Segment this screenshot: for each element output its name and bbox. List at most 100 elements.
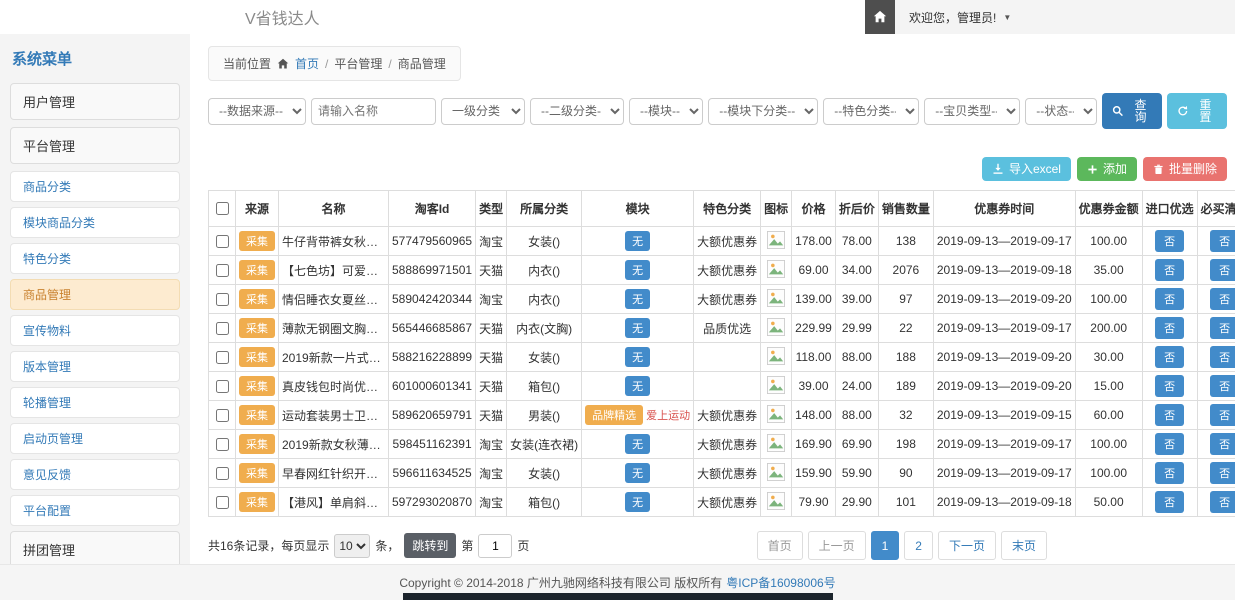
import-optional-button[interactable]: 否 <box>1155 317 1184 339</box>
import-optional-button[interactable]: 否 <box>1155 346 1184 368</box>
import-optional-button[interactable]: 否 <box>1155 462 1184 484</box>
sidebar-item-special-category[interactable]: 特色分类 <box>10 243 180 274</box>
sidebar-item-platform-config[interactable]: 平台配置 <box>10 495 180 526</box>
must-buy-button[interactable]: 否 <box>1210 433 1235 455</box>
must-buy-button-cell: 否 <box>1197 285 1235 314</box>
sidebar-item-version-management[interactable]: 版本管理 <box>10 351 180 382</box>
home-button[interactable] <box>865 0 895 34</box>
discount-price: 88.00 <box>835 343 878 372</box>
taoke-id: 601000601341 <box>389 372 476 401</box>
row-checkbox[interactable] <box>216 380 229 393</box>
app-title: V省钱达人 <box>245 5 320 29</box>
import-excel-button[interactable]: 导入excel <box>982 157 1071 181</box>
source-badge: 采集 <box>239 405 275 425</box>
name-input[interactable] <box>311 98 436 125</box>
must-buy-button[interactable]: 否 <box>1210 491 1235 513</box>
sidebar-item-feedback[interactable]: 意见反馈 <box>10 459 180 490</box>
breadcrumb-home-link[interactable]: 首页 <box>295 55 319 72</box>
icp-link[interactable]: 粤ICP备16098006号 <box>726 574 835 591</box>
pager-button[interactable]: 首页 <box>757 531 803 560</box>
sidebar-menu: 用户管理平台管理商品分类模块商品分类特色分类商品管理宣传物料版本管理轮播管理启动… <box>10 83 180 564</box>
module-select[interactable]: --模块-- <box>629 98 703 125</box>
sidebar-item-group-buy-management[interactable]: 拼团管理 <box>10 531 180 564</box>
import-optional-button-cell: 否 <box>1142 285 1197 314</box>
import-optional-button[interactable]: 否 <box>1155 404 1184 426</box>
row-checkbox[interactable] <box>216 264 229 277</box>
import-optional-button[interactable]: 否 <box>1155 433 1184 455</box>
row-check-cell <box>209 488 236 517</box>
pager-button[interactable]: 1 <box>871 531 900 560</box>
coupon-amount: 35.00 <box>1075 256 1142 285</box>
home-icon <box>277 58 289 70</box>
sidebar-item-goods-management[interactable]: 商品管理 <box>10 279 180 310</box>
status-select[interactable]: --状态-- <box>1025 98 1097 125</box>
user-menu[interactable]: 欢迎您，管理员! ▼ <box>895 0 1025 34</box>
sales-count: 101 <box>878 488 933 517</box>
select-all-checkbox[interactable] <box>216 202 229 215</box>
must-buy-button[interactable]: 否 <box>1210 317 1235 339</box>
sidebar-item-user-management[interactable]: 用户管理 <box>10 83 180 120</box>
jump-to-button[interactable]: 跳转到 <box>404 533 456 558</box>
import-optional-button[interactable]: 否 <box>1155 230 1184 252</box>
reset-button[interactable]: 重置 <box>1167 93 1227 129</box>
must-buy-button[interactable]: 否 <box>1210 375 1235 397</box>
per-page-select[interactable]: 10 <box>334 534 370 558</box>
coupon-time: 2019-09-13—2019-09-20 <box>933 285 1075 314</box>
import-optional-button[interactable]: 否 <box>1155 491 1184 513</box>
column-header: 所属分类 <box>507 191 582 227</box>
module-subcategory-select[interactable]: --模块下分类-- <box>708 98 818 125</box>
data-source-select[interactable]: --数据来源-- <box>208 98 306 125</box>
level2-category-select[interactable]: --二级分类-- <box>530 98 624 125</box>
row-checkbox[interactable] <box>216 438 229 451</box>
row-checkbox[interactable] <box>216 293 229 306</box>
product-icon-cell <box>761 285 792 314</box>
platform-type: 淘宝 <box>476 459 507 488</box>
batch-delete-button[interactable]: 批量删除 <box>1143 157 1227 181</box>
welcome-text: 欢迎您，管理员! <box>909 9 996 26</box>
product-thumbnail <box>767 260 785 278</box>
must-buy-button[interactable]: 否 <box>1210 462 1235 484</box>
pager: 首页上一页12下一页末页 <box>757 531 1047 560</box>
level1-category-select[interactable]: 一级分类 <box>441 98 525 125</box>
import-optional-button[interactable]: 否 <box>1155 375 1184 397</box>
coupon-time: 2019-09-13—2019-09-17 <box>933 430 1075 459</box>
must-buy-button[interactable]: 否 <box>1210 259 1235 281</box>
sidebar-item-carousel-management[interactable]: 轮播管理 <box>10 387 180 418</box>
topbar-right: 欢迎您，管理员! ▼ <box>865 0 1235 34</box>
must-buy-button-cell: 否 <box>1197 256 1235 285</box>
discount-price: 78.00 <box>835 227 878 256</box>
item-type-select[interactable]: --宝贝类型-- <box>924 98 1020 125</box>
sidebar-item-module-goods-category[interactable]: 模块商品分类 <box>10 207 180 238</box>
sidebar-item-splash-page-management[interactable]: 启动页管理 <box>10 423 180 454</box>
row-checkbox[interactable] <box>216 235 229 248</box>
must-buy-button[interactable]: 否 <box>1210 230 1235 252</box>
pager-button[interactable]: 末页 <box>1001 531 1047 560</box>
sidebar-item-promo-materials[interactable]: 宣传物料 <box>10 315 180 346</box>
discount-price: 39.00 <box>835 285 878 314</box>
pager-button[interactable]: 2 <box>904 531 933 560</box>
special-category: 品质优选 <box>694 314 761 343</box>
row-check-cell <box>209 401 236 430</box>
special-category-select[interactable]: --特色分类-- <box>823 98 919 125</box>
must-buy-button[interactable]: 否 <box>1210 288 1235 310</box>
row-checkbox[interactable] <box>216 322 229 335</box>
sidebar-item-platform-management[interactable]: 平台管理 <box>10 127 180 164</box>
import-optional-button[interactable]: 否 <box>1155 259 1184 281</box>
page-number-input[interactable] <box>478 534 512 558</box>
plus-icon <box>1087 164 1098 175</box>
sidebar-item-goods-category[interactable]: 商品分类 <box>10 171 180 202</box>
search-button[interactable]: 查询 <box>1102 93 1162 129</box>
row-checkbox[interactable] <box>216 496 229 509</box>
row-checkbox[interactable] <box>216 351 229 364</box>
pager-button[interactable]: 上一页 <box>808 531 866 560</box>
must-buy-button[interactable]: 否 <box>1210 346 1235 368</box>
product-icon-cell <box>761 430 792 459</box>
import-optional-button[interactable]: 否 <box>1155 288 1184 310</box>
pager-button[interactable]: 下一页 <box>938 531 996 560</box>
row-checkbox[interactable] <box>216 467 229 480</box>
must-buy-button[interactable]: 否 <box>1210 404 1235 426</box>
product-name: 【港风】单肩斜挎链条... <box>279 488 389 517</box>
import-optional-button-cell: 否 <box>1142 459 1197 488</box>
row-checkbox[interactable] <box>216 409 229 422</box>
add-button[interactable]: 添加 <box>1077 157 1137 181</box>
